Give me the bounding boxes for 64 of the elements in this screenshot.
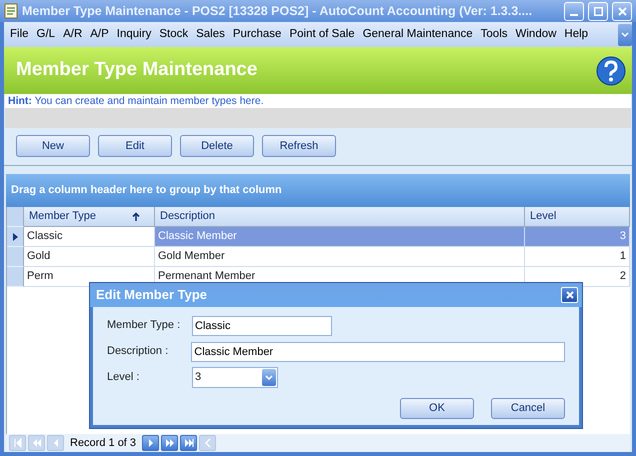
close-button[interactable] — [612, 2, 632, 20]
maximize-icon — [594, 6, 602, 16]
table-cell: Gold Member — [155, 247, 525, 267]
table-cell: Classic Member — [155, 227, 525, 247]
menu-item[interactable]: File — [6, 26, 33, 44]
menu-item[interactable]: Purchase — [228, 26, 286, 44]
field-label: Member Type : — [107, 318, 182, 334]
row-pointer-icon — [12, 232, 18, 240]
dialog-button[interactable]: OK — [400, 398, 474, 419]
row-indicator[interactable] — [7, 227, 24, 247]
menu-item[interactable]: Stock — [155, 26, 192, 44]
chevron-down-icon — [265, 374, 273, 380]
double-left-arrow-icon — [32, 438, 42, 448]
menu-item[interactable]: A/R — [59, 26, 86, 44]
table-row[interactable]: Gold Gold Member 1 — [7, 247, 630, 267]
toolbar-button[interactable]: Edit — [98, 135, 172, 157]
minimize-icon — [570, 14, 578, 16]
input-field[interactable]: Classic — [192, 316, 332, 336]
double-right-arrow-button[interactable] — [161, 435, 178, 451]
menu-item[interactable]: Window — [512, 26, 560, 44]
dialog-title: Edit Member Type — [96, 286, 208, 304]
table-cell: Gold — [24, 247, 155, 267]
double-right-arrow-icon — [164, 438, 175, 448]
right-arrow-button[interactable] — [142, 435, 160, 451]
document-icon — [4, 3, 18, 19]
first-record-icon — [12, 438, 22, 448]
close-button[interactable] — [561, 287, 578, 303]
last-record-icon — [184, 438, 194, 448]
menu-item[interactable]: Inquiry — [112, 26, 156, 44]
column-header[interactable]: Description — [155, 207, 525, 227]
table-cell: 3 — [525, 227, 630, 247]
input-field[interactable]: Classic Member — [191, 342, 565, 362]
menu-item[interactable]: Tools — [476, 26, 512, 44]
help-icon — [596, 56, 626, 86]
chevron-down-icon — [621, 32, 629, 38]
table-cell: 1 — [525, 247, 630, 267]
toolbar-button[interactable]: Refresh — [262, 135, 336, 157]
last-record-button[interactable] — [180, 435, 198, 451]
dialog-button[interactable]: Cancel — [491, 398, 565, 419]
menu-item[interactable]: Sales — [192, 26, 229, 44]
hint-text: Hint: You can create and maintain member types here. — [5, 94, 631, 108]
menu-item[interactable]: General Maintenance — [358, 26, 477, 44]
column-header[interactable]: Member Type — [24, 207, 155, 227]
minimize-button[interactable] — [564, 2, 584, 20]
table-row[interactable]: Classic Classic Member 3 — [7, 227, 630, 247]
menu-item[interactable]: A/P — [86, 26, 113, 44]
menu-item[interactable]: G/L — [32, 26, 60, 44]
page-title: Member Type Maintenance — [16, 58, 258, 82]
maximize-button[interactable] — [588, 2, 608, 20]
menu-overflow-button[interactable] — [618, 24, 632, 46]
close-icon — [618, 6, 626, 16]
column-header[interactable]: Level — [525, 207, 630, 227]
toolbar-button[interactable]: New — [16, 135, 90, 157]
left-chevron-icon — [202, 438, 213, 448]
field-label: Description : — [107, 344, 170, 360]
field-label: Level : — [107, 370, 140, 386]
close-icon — [566, 291, 574, 299]
window-title: Member Type Maintenance - POS2 [13328 POS2] - AutoCount Accounting (Ver: 1.3.3.... — [22, 2, 534, 20]
record-counter: Record 1 of 3 — [69, 436, 138, 451]
group-panel-text: Drag a column header here to group by that column — [6, 174, 630, 207]
toolbar-button[interactable]: Delete — [180, 135, 254, 157]
menu-item[interactable]: Point of Sale — [285, 26, 359, 44]
menu-item[interactable]: Help — [560, 26, 592, 44]
level-dropdown[interactable]: 3 — [192, 367, 278, 388]
